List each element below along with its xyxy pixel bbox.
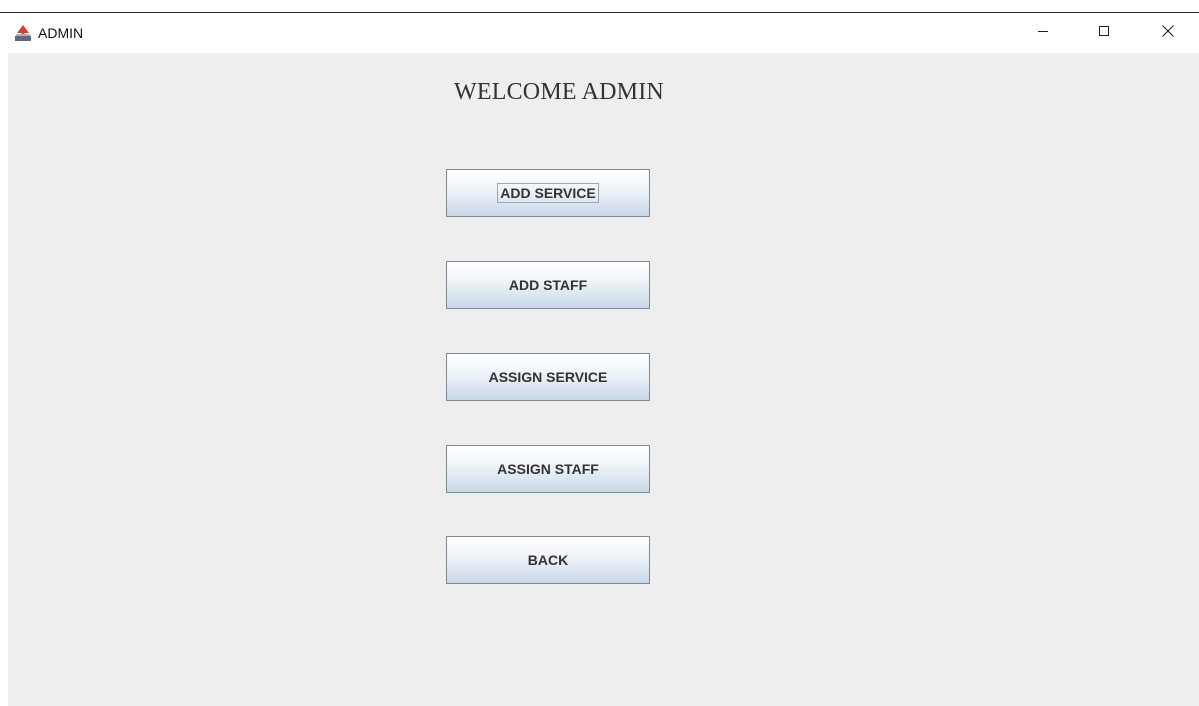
add-staff-label: ADD STAFF <box>508 277 588 293</box>
add-service-label: ADD SERVICE <box>497 183 599 203</box>
assign-service-button[interactable]: ASSIGN SERVICE <box>446 353 650 401</box>
minimize-icon <box>1037 24 1049 42</box>
back-button[interactable]: BACK <box>446 536 650 584</box>
title-bar[interactable]: ADMIN <box>0 13 1199 53</box>
minimize-button[interactable] <box>1020 13 1066 53</box>
add-service-button[interactable]: ADD SERVICE <box>446 169 650 217</box>
back-label: BACK <box>527 552 569 568</box>
assign-service-label: ASSIGN SERVICE <box>488 369 608 385</box>
admin-window: ADMIN WELCOME ADMIN ADD SERVICE ADD STAF… <box>0 0 1199 706</box>
add-staff-button[interactable]: ADD STAFF <box>446 261 650 309</box>
assign-staff-label: ASSIGN STAFF <box>497 461 599 477</box>
window-title: ADMIN <box>38 25 84 41</box>
maximize-button[interactable] <box>1081 13 1127 53</box>
assign-staff-button[interactable]: ASSIGN STAFF <box>446 445 650 493</box>
java-app-icon <box>14 24 32 42</box>
maximize-icon <box>1098 24 1110 42</box>
welcome-heading: WELCOME ADMIN <box>454 79 664 105</box>
admin-panel: WELCOME ADMIN ADD SERVICE ADD STAFF ASSI… <box>8 53 1199 706</box>
close-button[interactable] <box>1145 13 1191 53</box>
close-icon <box>1161 24 1175 43</box>
